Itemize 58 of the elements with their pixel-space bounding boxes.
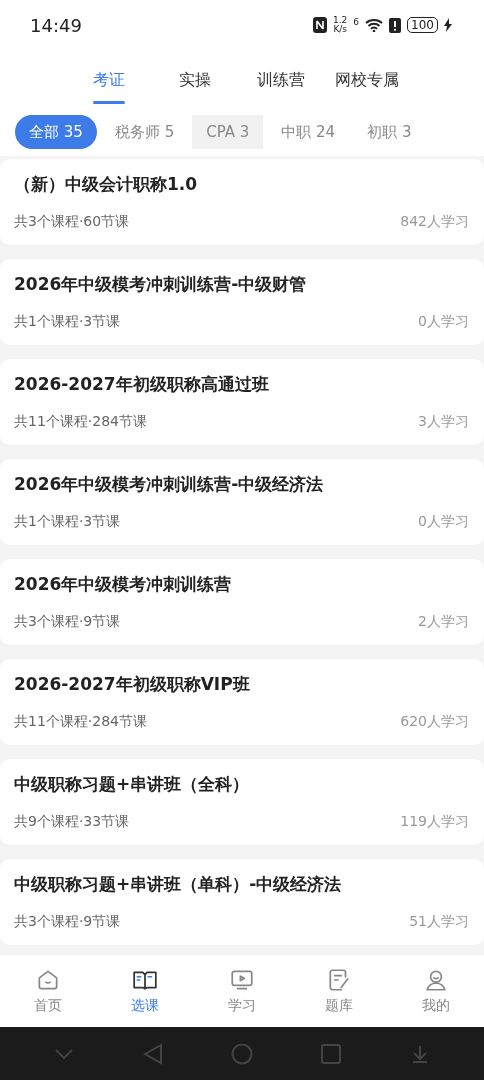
course-card[interactable]: （新）中级会计职称1.0 共3个课程·60节课 842人学习 <box>0 159 484 245</box>
course-card[interactable]: 中级职称习题+串讲班（全科） 共9个课程·33节课 119人学习 <box>0 759 484 845</box>
speed-value: 1.2 <box>333 16 348 25</box>
filter-chip[interactable]: 中职 24 <box>267 115 350 149</box>
course-title: 2026年中级模考冲刺训练营-中级经济法 <box>14 472 325 496</box>
course-title: 2026-2027年初级职称高通过班 <box>14 372 270 396</box>
nav-item[interactable]: 学习 <box>212 966 272 1016</box>
course-card[interactable]: 2026年中级模考冲刺训练营 共3个课程·9节课 2人学习 <box>0 559 484 645</box>
back-icon[interactable] <box>142 1042 163 1065</box>
course-title: 中级职称习题+串讲班（单科）-中级经济法 <box>14 872 343 896</box>
nfc-icon <box>313 17 328 33</box>
chevron-down-icon[interactable] <box>54 1047 75 1060</box>
home-button-icon[interactable] <box>230 1042 253 1065</box>
nav-item[interactable]: 首页 <box>18 966 79 1016</box>
course-title: 2026-2027年初级职称VIP班 <box>14 672 251 696</box>
learner-count: 51人学习 <box>409 912 469 932</box>
course-meta: 共3个课程·9节课 <box>14 612 121 632</box>
nav-item[interactable]: 选课 <box>115 966 176 1016</box>
learner-count: 2人学习 <box>418 612 469 632</box>
category-tab[interactable]: 网校专属 <box>324 68 410 104</box>
wifi-icon <box>365 18 384 32</box>
course-title: 中级职称习题+串讲班（全科） <box>14 772 251 796</box>
course-meta: 共3个课程·60节课 <box>14 212 130 232</box>
wifi-label: 6 <box>353 16 360 29</box>
course-title: （新）中级会计职称1.0 <box>14 172 199 196</box>
filter-chip[interactable]: 全部 35 <box>15 115 97 149</box>
course-card[interactable]: 2026-2027年初级职称VIP班 共11个课程·284节课 620人学习 <box>0 659 484 745</box>
learner-count: 0人学习 <box>418 512 469 532</box>
course-meta: 共1个课程·3节课 <box>14 512 121 532</box>
course-card[interactable]: 2026年中级模考冲刺训练营-中级经济法 共1个课程·3节课 0人学习 <box>0 459 484 545</box>
course-card[interactable]: 中级职称习题+串讲班（单科）-中级经济法 共3个课程·9节课 51人学习 <box>0 859 484 945</box>
course-title: 2026年中级模考冲刺训练营 <box>14 572 233 596</box>
course-card[interactable]: 2026-2027年初级职称高通过班 共11个课程·284节课 3人学习 <box>0 359 484 445</box>
learner-count: 0人学习 <box>418 312 469 332</box>
learner-count: 3人学习 <box>418 412 469 432</box>
battery-indicator: 100 <box>407 17 438 33</box>
course-meta: 共3个课程·9节课 <box>14 912 121 932</box>
learner-count: 842人学习 <box>400 212 469 232</box>
recents-icon[interactable] <box>321 1043 342 1064</box>
learner-count: 119人学习 <box>400 812 469 832</box>
speed-unit: K/s <box>333 25 347 34</box>
course-meta: 共1个课程·3节课 <box>14 312 121 332</box>
learner-count: 620人学习 <box>400 712 469 732</box>
filter-chip[interactable]: 税务师 5 <box>100 115 189 149</box>
nav-item[interactable]: 我的 <box>405 966 466 1016</box>
course-title: 2026年中级模考冲刺训练营-中级财管 <box>14 272 308 296</box>
category-tab[interactable]: 实操 <box>152 68 238 104</box>
filter-chip[interactable]: 初职 3 <box>353 115 426 149</box>
course-meta: 共9个课程·33节课 <box>14 812 130 832</box>
category-tab[interactable]: 训练营 <box>238 68 324 104</box>
category-tab[interactable]: 考证 <box>66 68 152 104</box>
course-meta: 共11个课程·284节课 <box>14 712 147 732</box>
alert-icon <box>389 17 402 33</box>
course-card[interactable]: 2026年中级模考冲刺训练营-中级财管 共1个课程·3节课 0人学习 <box>0 259 484 345</box>
course-meta: 共11个课程·284节课 <box>14 412 147 432</box>
charging-icon <box>444 18 452 32</box>
status-time: 14:49 <box>30 13 82 38</box>
nav-item[interactable]: 题库 <box>308 966 369 1016</box>
